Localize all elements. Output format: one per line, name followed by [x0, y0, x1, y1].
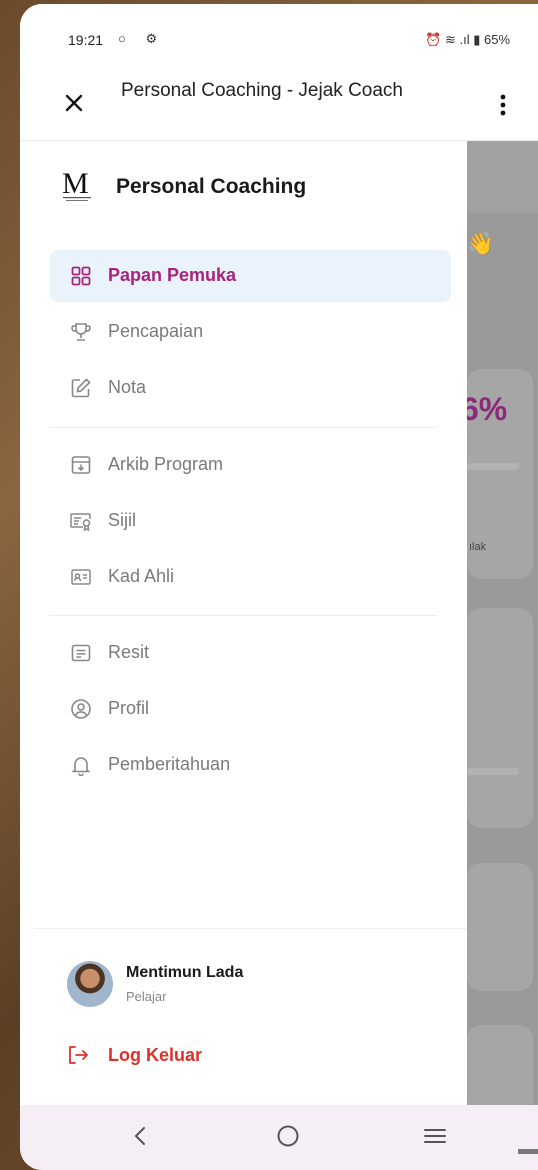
background-bar-2 [467, 768, 519, 775]
close-icon [65, 94, 83, 112]
nav-item-arkib-program[interactable]: Arkib Program [50, 439, 451, 491]
trophy-icon [69, 320, 93, 344]
background-card-4 [467, 1025, 533, 1105]
profile-icon [69, 697, 93, 721]
more-options-button[interactable] [493, 88, 513, 122]
user-name: Mentimun Lada [126, 964, 244, 981]
nav-item-profil[interactable]: Profil [50, 683, 451, 735]
nav-item-label: Nota [108, 377, 147, 397]
nav-item-label: Arkib Program [108, 454, 224, 474]
archive-icon [69, 453, 93, 477]
status-notification-icons: ○ ⚙ [118, 31, 166, 46]
nav-item-pemberitahuan[interactable]: Pemberitahuan [50, 739, 451, 791]
bell-icon [69, 753, 93, 777]
background-number-text: ) [467, 503, 468, 526]
background-header-card [467, 141, 538, 213]
nav-item-label: Resit [108, 642, 150, 662]
system-nav-bar [20, 1105, 538, 1170]
nav-item-resit[interactable]: Resit [50, 627, 451, 679]
brand-logo-icon: M [62, 167, 91, 201]
nav-item-label: Pencapaian [108, 321, 204, 341]
app-bar: Personal Coaching - Jejak Coach [20, 74, 538, 141]
background-progress-bar [467, 463, 519, 470]
home-button[interactable] [270, 1119, 306, 1153]
drawer-scrim[interactable]: 👋 6% ) ılak [467, 141, 538, 1105]
home-circle-icon [277, 1125, 299, 1147]
member-card-icon [69, 565, 93, 589]
logout-button[interactable]: Log Keluar [66, 1041, 246, 1071]
nav-item-papan-pemuka[interactable]: Papan Pemuka [50, 250, 451, 302]
nav-item-kad-ahli[interactable]: Kad Ahli [50, 551, 451, 603]
avatar[interactable] [67, 961, 113, 1007]
phone-screen: 19:21 ○ ⚙ ⏰ ≋ .ıl ▮ 65% Personal Coachin… [20, 4, 538, 1170]
certificate-icon [69, 509, 93, 533]
nav-item-pencapaian[interactable]: Pencapaian [50, 306, 451, 358]
nav-divider [50, 615, 437, 616]
nav-item-nota[interactable]: Nota [50, 362, 451, 414]
nav-item-label: Pemberitahuan [108, 754, 231, 774]
back-chevron-icon [134, 1127, 145, 1145]
user-role: Pelajar [126, 989, 167, 1004]
background-card-2 [467, 608, 533, 828]
background-card-3 [467, 863, 533, 991]
status-time: 19:21 [68, 32, 104, 48]
drawer-footer-divider [34, 928, 467, 929]
nav-divider [50, 427, 437, 428]
status-bar: 19:21 ○ ⚙ ⏰ ≋ .ıl ▮ 65% [20, 4, 538, 74]
navigation-drawer: M Personal Coaching Papan Pemuka Pencapa… [34, 141, 467, 1105]
receipt-icon [69, 641, 93, 665]
nav-item-label: Kad Ahli [108, 566, 175, 586]
recents-menu-icon [424, 1129, 446, 1143]
background-percent-text: 6% [467, 391, 508, 427]
nav-item-sijil[interactable]: Sijil [50, 495, 451, 547]
svg-text:M: M [62, 167, 89, 200]
screen-edge-indicator [518, 1149, 538, 1154]
nav-item-label: Sijil [108, 510, 137, 530]
drawer-brand-title: Personal Coaching [116, 175, 307, 198]
close-button[interactable] [60, 86, 88, 120]
drawer-header: M Personal Coaching [34, 141, 467, 231]
dashboard-grid-icon [69, 264, 93, 288]
status-system-icons: ⏰ ≋ .ıl ▮ 65% [425, 32, 510, 47]
back-button[interactable] [122, 1119, 158, 1153]
nav-item-label: Profil [108, 698, 150, 718]
wave-emoji: 👋 [467, 231, 495, 256]
app-bar-title: Personal Coaching - Jejak Coach [121, 80, 403, 101]
logout-icon [69, 1046, 88, 1064]
logout-label: Log Keluar [108, 1045, 203, 1065]
nav-item-label: Papan Pemuka [108, 265, 237, 285]
background-small-text: ılak [469, 541, 487, 553]
more-vert-icon [500, 94, 506, 116]
edit-note-icon [69, 376, 93, 400]
recents-button[interactable] [417, 1119, 453, 1153]
